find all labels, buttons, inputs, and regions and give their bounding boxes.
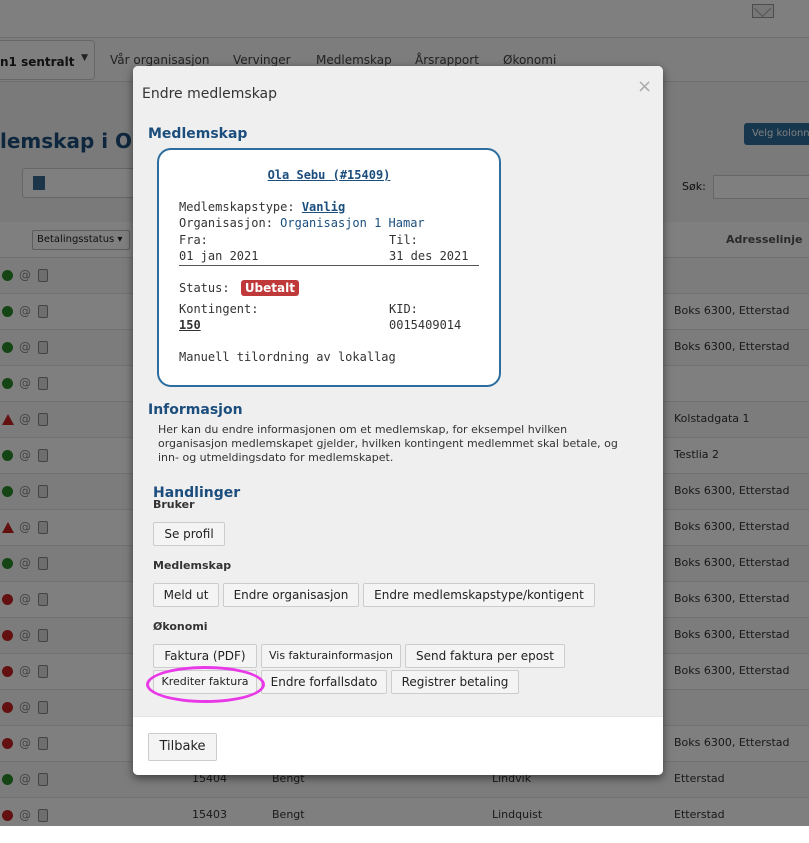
- see-profile-button[interactable]: Se profil: [153, 522, 225, 546]
- assignment-text: Manuell tilordning av lokallag: [179, 350, 396, 364]
- back-button[interactable]: Tilbake: [148, 733, 217, 761]
- membership-type-row: Medlemskapstype: Vanlig: [179, 200, 345, 214]
- organisation-row: Organisasjon: Organisasjon 1 Hamar: [179, 216, 425, 230]
- membership-group-label: Medlemskap: [153, 559, 232, 572]
- membership-section-title: Medlemskap: [148, 126, 248, 142]
- change-membership-type-button[interactable]: Endre medlemskapstype/kontigent: [363, 583, 595, 607]
- dialog-header: Endre medlemskap ×: [133, 66, 663, 104]
- invoice-pdf-button[interactable]: Faktura (PDF): [153, 644, 257, 668]
- from-date: 01 jan 2021: [179, 249, 259, 263]
- change-due-date-button[interactable]: Endre forfallsdato: [261, 670, 387, 694]
- member-name-link[interactable]: Ola Sebu (#15409): [159, 168, 499, 182]
- organisation-label: Organisasjon:: [179, 216, 273, 230]
- organisation-value: Organisasjon 1 Hamar: [280, 216, 425, 230]
- edit-membership-dialog: Endre medlemskap × Medlemskap Ola Sebu (…: [133, 66, 663, 775]
- status-row: Status: Ubetalt: [179, 280, 299, 296]
- from-label: Fra:: [179, 233, 208, 247]
- to-label: Til:: [389, 233, 418, 247]
- status-badge: Ubetalt: [240, 280, 299, 296]
- status-label: Status:: [179, 281, 230, 295]
- info-section-title: Informasjon: [148, 402, 243, 418]
- membership-card: Ola Sebu (#15409) Medlemskapstype: Vanli…: [157, 148, 501, 387]
- dialog-body: Medlemskap Ola Sebu (#15409) Medlemskaps…: [133, 104, 663, 716]
- fee-label: Kontingent:: [179, 302, 259, 316]
- user-group-label: Bruker: [153, 498, 195, 511]
- to-date: 31 des 2021: [389, 249, 469, 263]
- change-organisation-button[interactable]: Endre organisasjon: [223, 583, 359, 607]
- credit-invoice-button[interactable]: Krediter faktura: [153, 670, 257, 694]
- register-payment-button[interactable]: Registrer betaling: [391, 670, 519, 694]
- membership-type-value[interactable]: Vanlig: [302, 200, 345, 214]
- dialog-footer: Tilbake: [133, 716, 663, 775]
- send-invoice-email-button[interactable]: Send faktura per epost: [405, 644, 565, 668]
- card-divider: [179, 265, 479, 266]
- close-icon[interactable]: ×: [637, 76, 652, 97]
- membership-type-label: Medlemskapstype:: [179, 200, 295, 214]
- kid-label: KID:: [389, 302, 418, 316]
- invoice-info-button[interactable]: Vis fakturainformasjon: [261, 644, 401, 668]
- resign-button[interactable]: Meld ut: [153, 583, 219, 607]
- fee-value[interactable]: 150: [179, 318, 201, 332]
- info-text: Her kan du endre informasjonen om et med…: [158, 423, 618, 464]
- kid-value: 0015409014: [389, 318, 462, 332]
- economy-group-label: Økonomi: [153, 620, 208, 633]
- dialog-title: Endre medlemskap: [142, 86, 278, 102]
